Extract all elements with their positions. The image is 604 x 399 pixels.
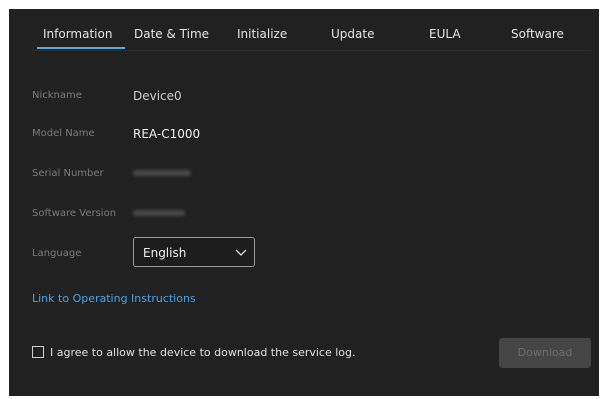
tab-initialize[interactable]: Initialize — [237, 27, 287, 41]
serial-number-label: Serial Number — [32, 168, 104, 179]
chevron-down-icon — [235, 249, 247, 256]
tab-information[interactable]: Information — [43, 27, 112, 41]
tab-date-time[interactable]: Date & Time — [134, 27, 209, 41]
model-name-value: REA-C1000 — [133, 127, 201, 141]
language-select-value: English — [143, 246, 187, 260]
active-tab-indicator — [37, 47, 125, 49]
software-version-label: Software Version — [32, 208, 117, 219]
tab-bar: Information Date & Time Initialize Updat… — [9, 9, 599, 51]
software-version-value-redacted — [133, 210, 185, 216]
device-info-panel: Information Date & Time Initialize Updat… — [9, 9, 599, 396]
nickname-label: Nickname — [32, 90, 82, 101]
tab-update[interactable]: Update — [331, 27, 374, 41]
service-log-consent-label: I agree to allow the device to download … — [50, 346, 356, 359]
language-select[interactable]: English — [133, 237, 255, 267]
tab-bar-divider — [31, 50, 591, 51]
model-name-label: Model Name — [32, 128, 95, 139]
download-button[interactable]: Download — [499, 338, 591, 368]
operating-instructions-link[interactable]: Link to Operating Instructions — [32, 292, 196, 305]
tab-software[interactable]: Software — [511, 27, 564, 41]
nickname-value: Device0 — [133, 89, 182, 103]
serial-number-value-redacted — [133, 170, 191, 176]
language-label: Language — [32, 248, 82, 259]
tab-eula[interactable]: EULA — [429, 27, 461, 41]
service-log-consent-checkbox[interactable] — [32, 346, 44, 358]
